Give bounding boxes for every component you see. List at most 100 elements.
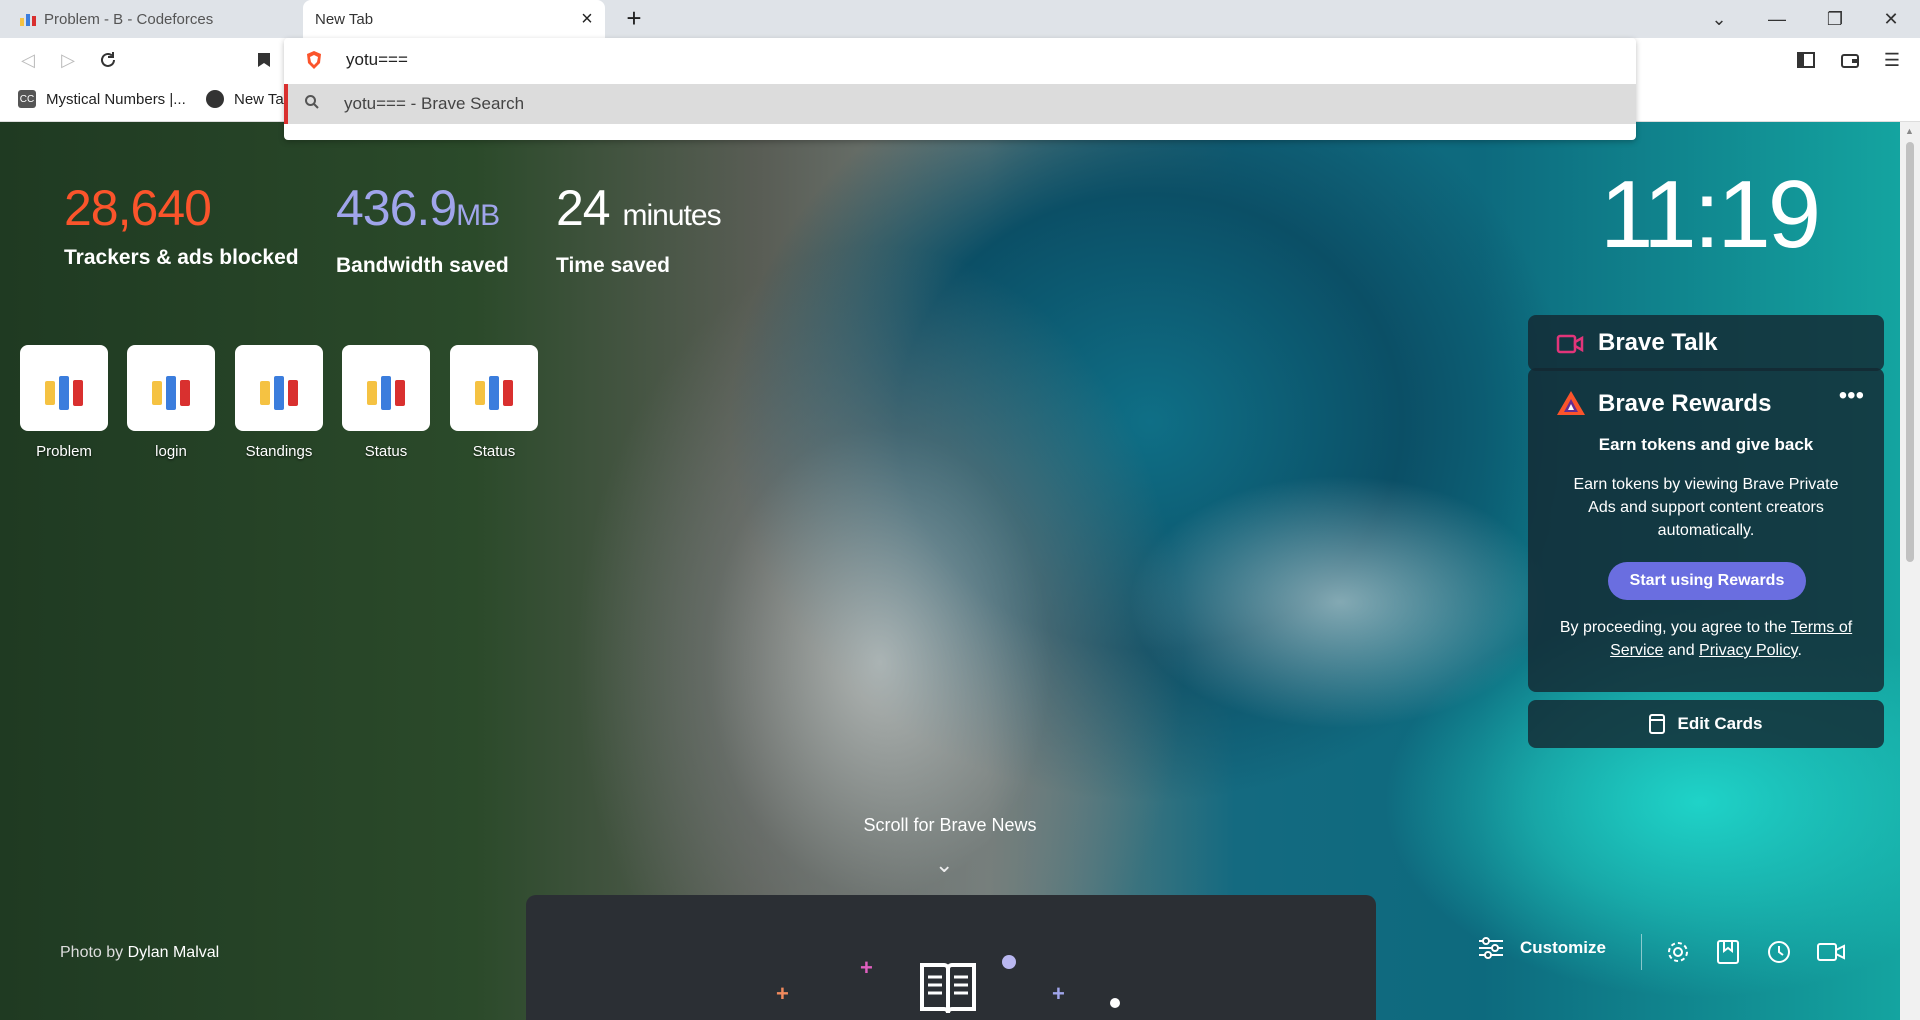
time-label: Time saved [556,254,671,277]
codeforces-logo-icon [342,345,430,431]
top-site-label: Problem [36,443,92,460]
top-site-tile[interactable]: login [127,345,215,460]
suggestion-text: yotu=== - Brave Search [344,94,525,113]
tab-strip: Problem - B - Codeforces New Tab × + ⌄ —… [0,0,1920,38]
video-camera-icon [1556,334,1584,354]
search-suggestion[interactable]: yotu=== - Brave Search [284,84,1636,124]
gear-icon [1668,942,1688,962]
clock: 11:19 [1600,161,1821,268]
wallet-button[interactable] [1836,46,1864,74]
history-button[interactable] [1762,936,1794,968]
bandwidth-value: 436.9 [336,180,457,236]
rewards-description: Earn tokens by viewing Brave Private Ads… [1573,476,1839,539]
bookmark-mystical-numbers[interactable]: CC Mystical Numbers |... [18,90,186,108]
brave-news-panel: + + + [526,895,1376,1020]
cc-favicon-icon: CC [18,90,36,108]
back-button[interactable]: ◁ [14,46,42,74]
menu-button[interactable]: ☰ [1878,46,1906,74]
maximize-button[interactable]: ❐ [1806,0,1864,38]
top-site-tile[interactable]: Status [342,345,430,460]
sparkle-icon: + [1052,981,1065,1006]
brave-talk-card[interactable]: Brave Talk [1528,315,1884,371]
decorative-dot [1002,955,1016,969]
sliders-icon [1479,937,1503,959]
video-camera-icon [1817,943,1845,961]
codeforces-logo-icon [20,345,108,431]
chevron-down-icon[interactable]: ⌄ [935,852,953,878]
new-tab-button[interactable]: + [620,5,648,33]
sidebar-icon [1797,52,1815,68]
scrollbar-thumb[interactable] [1906,142,1914,562]
bookmark-label: New Ta [234,90,284,108]
tab-title: New Tab [315,10,374,28]
stat-trackers: 28,640 Trackers & ads blocked [64,180,299,270]
tab-codeforces[interactable]: Problem - B - Codeforces [0,0,303,38]
decorative-dot [1110,998,1120,1008]
search-icon [304,94,344,115]
trackers-label: Trackers & ads blocked [64,246,299,269]
bat-triangle-icon [1557,391,1585,415]
top-site-tile[interactable]: Problem [20,345,108,460]
photo-credit: Photo by Dylan Malval [60,944,219,962]
bookmarks-button[interactable] [1712,936,1744,968]
history-icon [1768,941,1790,963]
reload-button[interactable] [94,46,122,74]
bookmarks-icon [1717,940,1739,964]
top-site-label: Standings [245,443,313,460]
top-site-tile[interactable]: Status [450,345,538,460]
address-bar-input[interactable]: yotu=== [284,38,1636,82]
codeforces-logo-icon [235,345,323,431]
edit-cards-button[interactable]: Edit Cards [1528,700,1884,748]
terms-and: and [1663,642,1700,659]
omnibox: yotu=== yotu=== - Brave Search [284,38,1636,140]
forward-button[interactable]: ▷ [54,46,82,74]
close-tab-icon[interactable]: × [577,9,597,29]
trackers-count: 28,640 [64,180,212,236]
privacy-policy-link[interactable]: Privacy Policy [1699,642,1797,659]
brave-rewards-title: Brave Rewards [1598,390,1772,417]
codeforces-favicon-icon [20,12,36,26]
terms-prefix: By proceeding, you agree to the [1559,619,1791,636]
time-value: 24 [556,180,611,236]
brave-talk-button[interactable] [1812,936,1850,968]
codeforces-logo-icon [450,345,538,431]
rewards-heading: Earn tokens and give back [1598,435,1814,454]
stat-time: 24 minutes Time saved [556,180,722,278]
time-unit: minutes [622,199,722,232]
tab-search-chevron-icon[interactable]: ⌄ [1690,0,1748,38]
top-site-label: Status [472,443,516,460]
brave-talk-title: Brave Talk [1598,329,1718,356]
sparkle-icon: + [776,981,789,1006]
start-using-rewards-button[interactable]: Start using Rewards [1608,562,1806,600]
photographer-link[interactable]: Dylan Malval [128,944,220,961]
customize-button[interactable]: Customize [1478,937,1606,959]
top-site-label: login [155,443,187,460]
settings-button[interactable] [1662,936,1694,968]
bookmark-button[interactable] [250,46,278,74]
tab-new-tab[interactable]: New Tab × [303,0,605,38]
customize-label: Customize [1520,938,1606,957]
sidebar-button[interactable] [1792,46,1820,74]
open-book-icon [920,963,976,1014]
scroll-up-arrow-icon[interactable]: ▲ [1905,126,1914,136]
scroll-for-news[interactable]: Scroll for Brave News [800,815,1100,836]
more-options-icon[interactable]: ••• [1839,382,1864,410]
brave-rewards-card: Brave Rewards ••• Earn tokens and give b… [1528,368,1884,692]
brave-shield-icon[interactable] [304,50,324,70]
bandwidth-unit: MB [456,199,500,232]
top-site-label: Status [364,443,408,460]
wallet-icon [1841,54,1859,68]
tab-title: Problem - B - Codeforces [44,10,214,28]
sparkle-icon: + [860,955,873,980]
bookmark-new-tab[interactable]: New Ta [206,90,284,108]
stat-bandwidth: 436.9MB Bandwidth saved [336,180,509,278]
top-site-tile[interactable]: Standings [235,345,323,460]
globe-icon [206,90,224,108]
page-scrollbar[interactable]: ▲ [1900,122,1920,1020]
minimize-button[interactable]: — [1748,0,1806,38]
bookmark-icon [258,53,270,67]
rewards-terms: By proceeding, you agree to the Terms of… [1554,616,1858,662]
close-window-button[interactable]: ✕ [1862,0,1920,38]
address-bar-text: yotu=== [346,50,408,69]
reload-icon [101,52,115,67]
